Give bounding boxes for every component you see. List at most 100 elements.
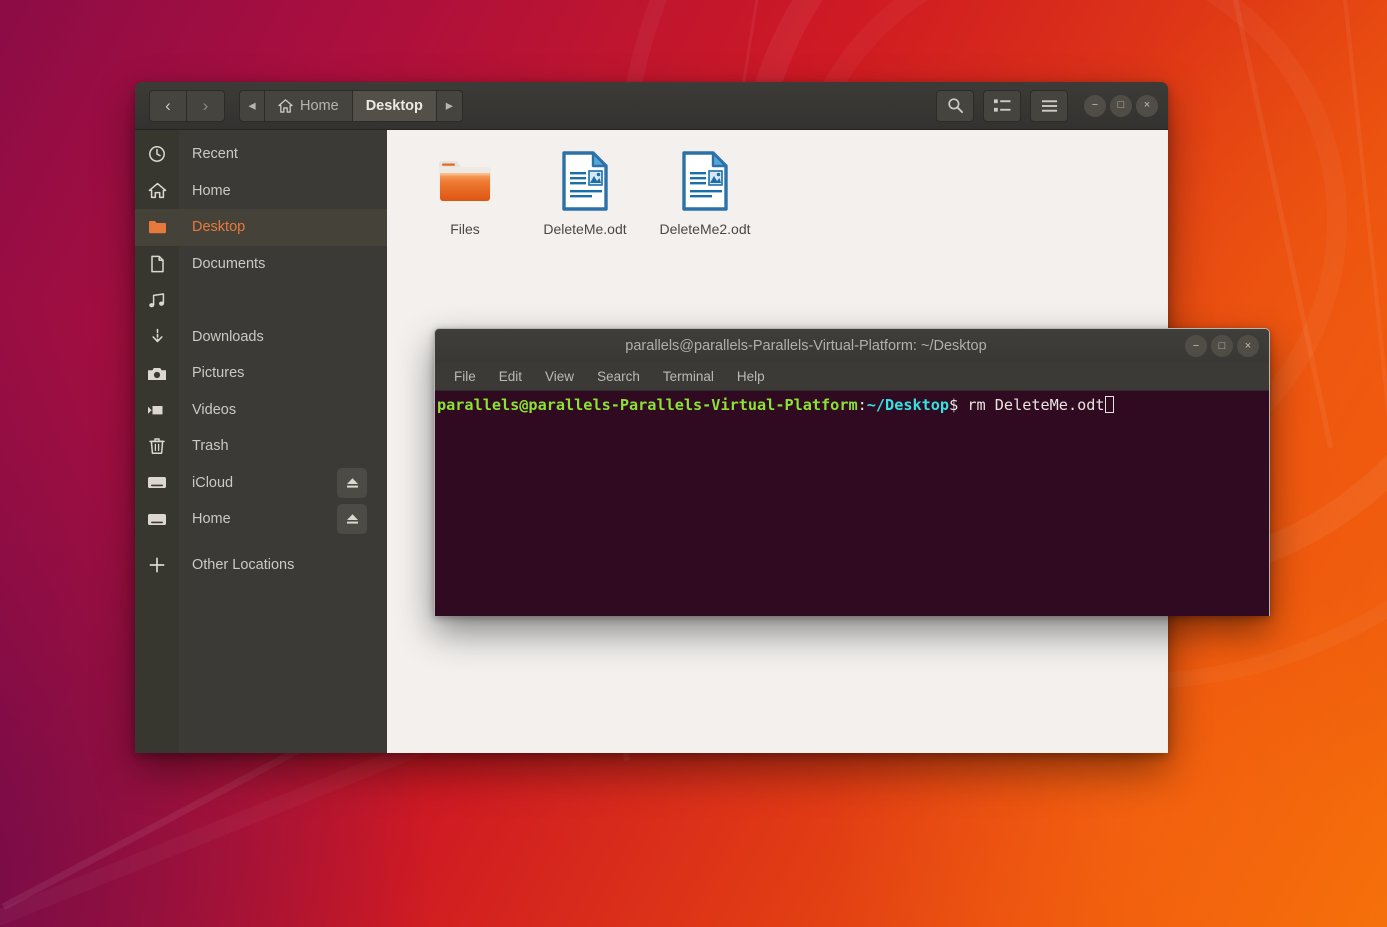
drive-icon	[135, 512, 179, 527]
search-button[interactable]	[936, 90, 974, 122]
list-view-icon	[994, 98, 1011, 113]
clock-icon	[135, 145, 179, 163]
sidebar-separator	[135, 538, 387, 547]
odt-document-icon	[560, 150, 610, 212]
wallpaper-line	[1340, 0, 1387, 487]
menu-item-search[interactable]: Search	[588, 367, 649, 386]
sidebar-item-music[interactable]	[135, 282, 387, 319]
sidebar-item-label: Pictures	[179, 365, 244, 381]
trash-icon	[135, 437, 179, 455]
back-button[interactable]: ‹	[149, 90, 187, 122]
sidebar-item-label: Downloads	[179, 329, 264, 345]
terminal-close-button[interactable]: ×	[1237, 335, 1259, 357]
desktop-background: ‹ › ◂ Home Desktop	[0, 0, 1387, 927]
sidebar-item-home[interactable]: Home	[135, 173, 387, 210]
prompt-path: ~/Desktop	[867, 396, 949, 414]
sidebar-item-downloads[interactable]: Downloads	[135, 319, 387, 356]
folder-icon	[436, 150, 494, 212]
forward-button[interactable]: ›	[187, 90, 225, 122]
terminal-window-controls: − □ ×	[1185, 335, 1259, 357]
breadcrumb-scroll-right-button[interactable]: ▸	[437, 90, 463, 122]
sidebar-item-trash[interactable]: Trash	[135, 428, 387, 465]
terminal-screen[interactable]: parallels@parallels-Parallels-Virtual-Pl…	[435, 391, 1269, 616]
sidebar-item-label: Home	[179, 511, 231, 527]
prompt-sigil: $	[949, 396, 958, 414]
back-chevron-icon: ‹	[165, 97, 171, 114]
chevron-left-icon: ◂	[248, 98, 255, 114]
sidebar: Recent Home Desk	[135, 130, 387, 753]
terminal-titlebar: parallels@parallels-Parallels-Virtual-Pl…	[435, 329, 1269, 363]
search-icon	[947, 97, 964, 114]
home-icon	[278, 99, 293, 113]
terminal-title: parallels@parallels-Parallels-Virtual-Pl…	[443, 338, 1169, 354]
maximize-button[interactable]: □	[1110, 95, 1132, 117]
music-icon	[135, 292, 179, 309]
sidebar-item-label: Trash	[179, 438, 229, 454]
odt-document-icon	[680, 150, 730, 212]
close-button[interactable]: ×	[1136, 95, 1158, 117]
eject-icon	[345, 512, 360, 526]
terminal-minimize-button[interactable]: −	[1185, 335, 1207, 357]
view-toggle-button[interactable]	[983, 90, 1021, 122]
eject-button[interactable]	[337, 504, 367, 534]
file-item-label: DeleteMe.odt	[543, 220, 626, 239]
sidebar-item-desktop[interactable]: Desktop	[135, 209, 387, 246]
prompt-separator: :	[858, 396, 867, 414]
breadcrumb-item-desktop[interactable]: Desktop	[353, 90, 437, 122]
minimize-button[interactable]: −	[1084, 95, 1106, 117]
plus-icon	[135, 556, 179, 574]
sidebar-item-documents[interactable]: Documents	[135, 246, 387, 283]
sidebar-item-pictures[interactable]: Pictures	[135, 355, 387, 392]
file-item-label: Files	[450, 220, 480, 239]
file-item-label: DeleteMe2.odt	[659, 220, 750, 239]
menu-item-help[interactable]: Help	[728, 367, 774, 386]
menu-item-edit[interactable]: Edit	[490, 367, 531, 386]
sidebar-item-recent[interactable]: Recent	[135, 136, 387, 173]
breadcrumb-scroll-left-button[interactable]: ◂	[239, 90, 265, 122]
sidebar-item-label: iCloud	[179, 475, 233, 491]
terminal-command-text: rm DeleteMe.odt	[958, 396, 1104, 414]
sidebar-item-home-drive[interactable]: Home	[135, 501, 387, 538]
file-item-deleteme-odt[interactable]: DeleteMe.odt	[535, 146, 635, 239]
chevron-right-icon: ▸	[446, 98, 453, 114]
menu-button[interactable]	[1030, 90, 1068, 122]
icon-grid: Files	[415, 146, 1168, 239]
eject-icon	[345, 476, 360, 490]
sidebar-item-label: Home	[179, 183, 231, 199]
breadcrumb-item-label: Desktop	[366, 98, 423, 114]
sidebar-item-label: Videos	[179, 402, 236, 418]
sidebar-item-label: Desktop	[179, 219, 245, 235]
menu-item-file[interactable]: File	[445, 367, 485, 386]
window-controls: − □ ×	[1084, 95, 1158, 117]
menu-item-view[interactable]: View	[536, 367, 583, 386]
menu-item-terminal[interactable]: Terminal	[654, 367, 723, 386]
sidebar-item-videos[interactable]: Videos	[135, 392, 387, 429]
terminal-prompt-line: parallels@parallels-Parallels-Virtual-Pl…	[437, 395, 1269, 415]
video-icon	[135, 403, 179, 417]
eject-button[interactable]	[337, 468, 367, 498]
hamburger-menu-icon	[1041, 99, 1058, 113]
breadcrumb: ◂ Home Desktop ▸	[239, 90, 463, 122]
sidebar-item-other-locations[interactable]: Other Locations	[135, 547, 387, 584]
sidebar-item-label: Recent	[179, 146, 238, 162]
terminal-maximize-button[interactable]: □	[1211, 335, 1233, 357]
file-manager-headerbar: ‹ › ◂ Home Desktop	[135, 82, 1168, 130]
prompt-user-host: parallels@parallels-Parallels-Virtual-Pl…	[437, 396, 858, 414]
forward-chevron-icon: ›	[203, 97, 209, 114]
document-icon	[135, 255, 179, 273]
download-icon	[135, 328, 179, 346]
breadcrumb-item-label: Home	[300, 98, 339, 114]
terminal-menubar: File Edit View Search Terminal Help	[435, 363, 1269, 391]
home-icon	[135, 182, 179, 199]
sidebar-item-label: Other Locations	[179, 557, 294, 573]
drive-icon	[135, 475, 179, 490]
folder-icon	[135, 219, 179, 235]
file-item-files[interactable]: Files	[415, 146, 515, 239]
file-item-deleteme2-odt[interactable]: DeleteMe2.odt	[655, 146, 755, 239]
sidebar-item-icloud[interactable]: iCloud	[135, 465, 387, 502]
terminal-cursor	[1105, 396, 1114, 413]
navigation-buttons: ‹ ›	[149, 90, 225, 122]
breadcrumb-item-home[interactable]: Home	[265, 90, 353, 122]
sidebar-item-label: Documents	[179, 256, 265, 272]
terminal-window: parallels@parallels-Parallels-Virtual-Pl…	[434, 328, 1270, 616]
